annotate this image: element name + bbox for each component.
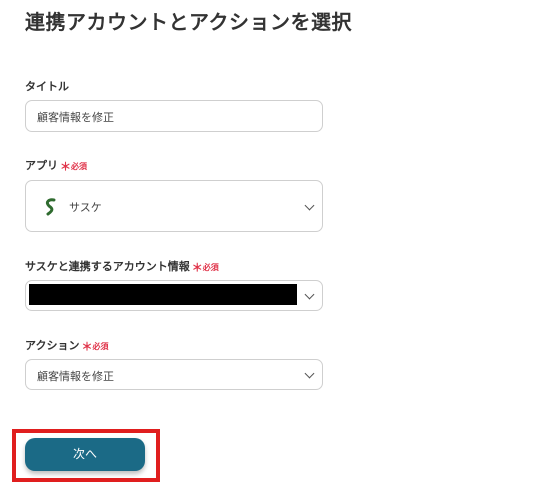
app-label-text: アプリ [25,159,58,172]
account-label-text: サスケと連携するアカウント情報 [25,260,190,273]
action-label-text: アクション [25,339,80,352]
required-mark: ＊必須 [60,160,87,173]
title-label-text: タイトル [25,80,69,93]
app-label: アプリ ＊必須 [25,157,87,174]
action-select-value: 顧客情報を修正 [37,370,114,383]
account-select[interactable] [25,280,323,311]
sasuke-logo-icon [45,198,56,216]
action-label: アクション ＊必須 [25,337,108,354]
account-label: サスケと連携するアカウント情報 ＊必須 [25,258,219,275]
title-input-value: 顧客情報を修正 [37,111,114,124]
chevron-down-icon [304,368,315,379]
page-title: 連携アカウントとアクションを選択 [25,10,352,34]
required-mark: ＊必須 [81,340,109,353]
next-button[interactable]: 次へ [25,438,145,471]
chevron-down-icon [304,200,315,211]
title-input[interactable]: 顧客情報を修正 [25,100,323,132]
required-mark: ＊必須 [191,261,219,274]
title-label: タイトル [25,78,69,94]
redacted-account-value [29,284,297,305]
chevron-down-icon [304,289,315,300]
action-select[interactable]: 顧客情報を修正 [25,359,323,390]
app-select-value: サスケ [69,201,102,214]
app-select[interactable]: サスケ [25,180,323,232]
